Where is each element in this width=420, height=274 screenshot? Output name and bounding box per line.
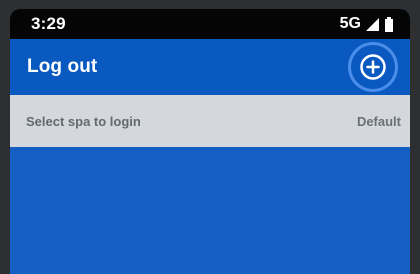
status-indicators: 5G	[340, 15, 394, 33]
add-circle-icon	[360, 54, 386, 80]
battery-icon	[385, 16, 393, 32]
spa-login-label: Select spa to login	[26, 113, 141, 129]
status-bar: 3:29 5G	[10, 9, 410, 39]
network-type: 5G	[339, 15, 361, 32]
content-area	[10, 147, 410, 274]
spa-login-selector[interactable]: Select spa to login Default	[10, 95, 410, 147]
phone-screen: 3:29 5G Log out Select spa to login Defa…	[10, 9, 410, 274]
status-time: 3:29	[31, 14, 66, 33]
add-button[interactable]	[351, 45, 395, 89]
app-bar: Log out	[10, 39, 410, 95]
spa-login-value: Default	[356, 113, 401, 129]
device-frame: 3:29 5G Log out Select spa to login Defa…	[0, 0, 420, 274]
signal-icon	[366, 17, 379, 31]
page-title: Log out	[27, 56, 98, 77]
